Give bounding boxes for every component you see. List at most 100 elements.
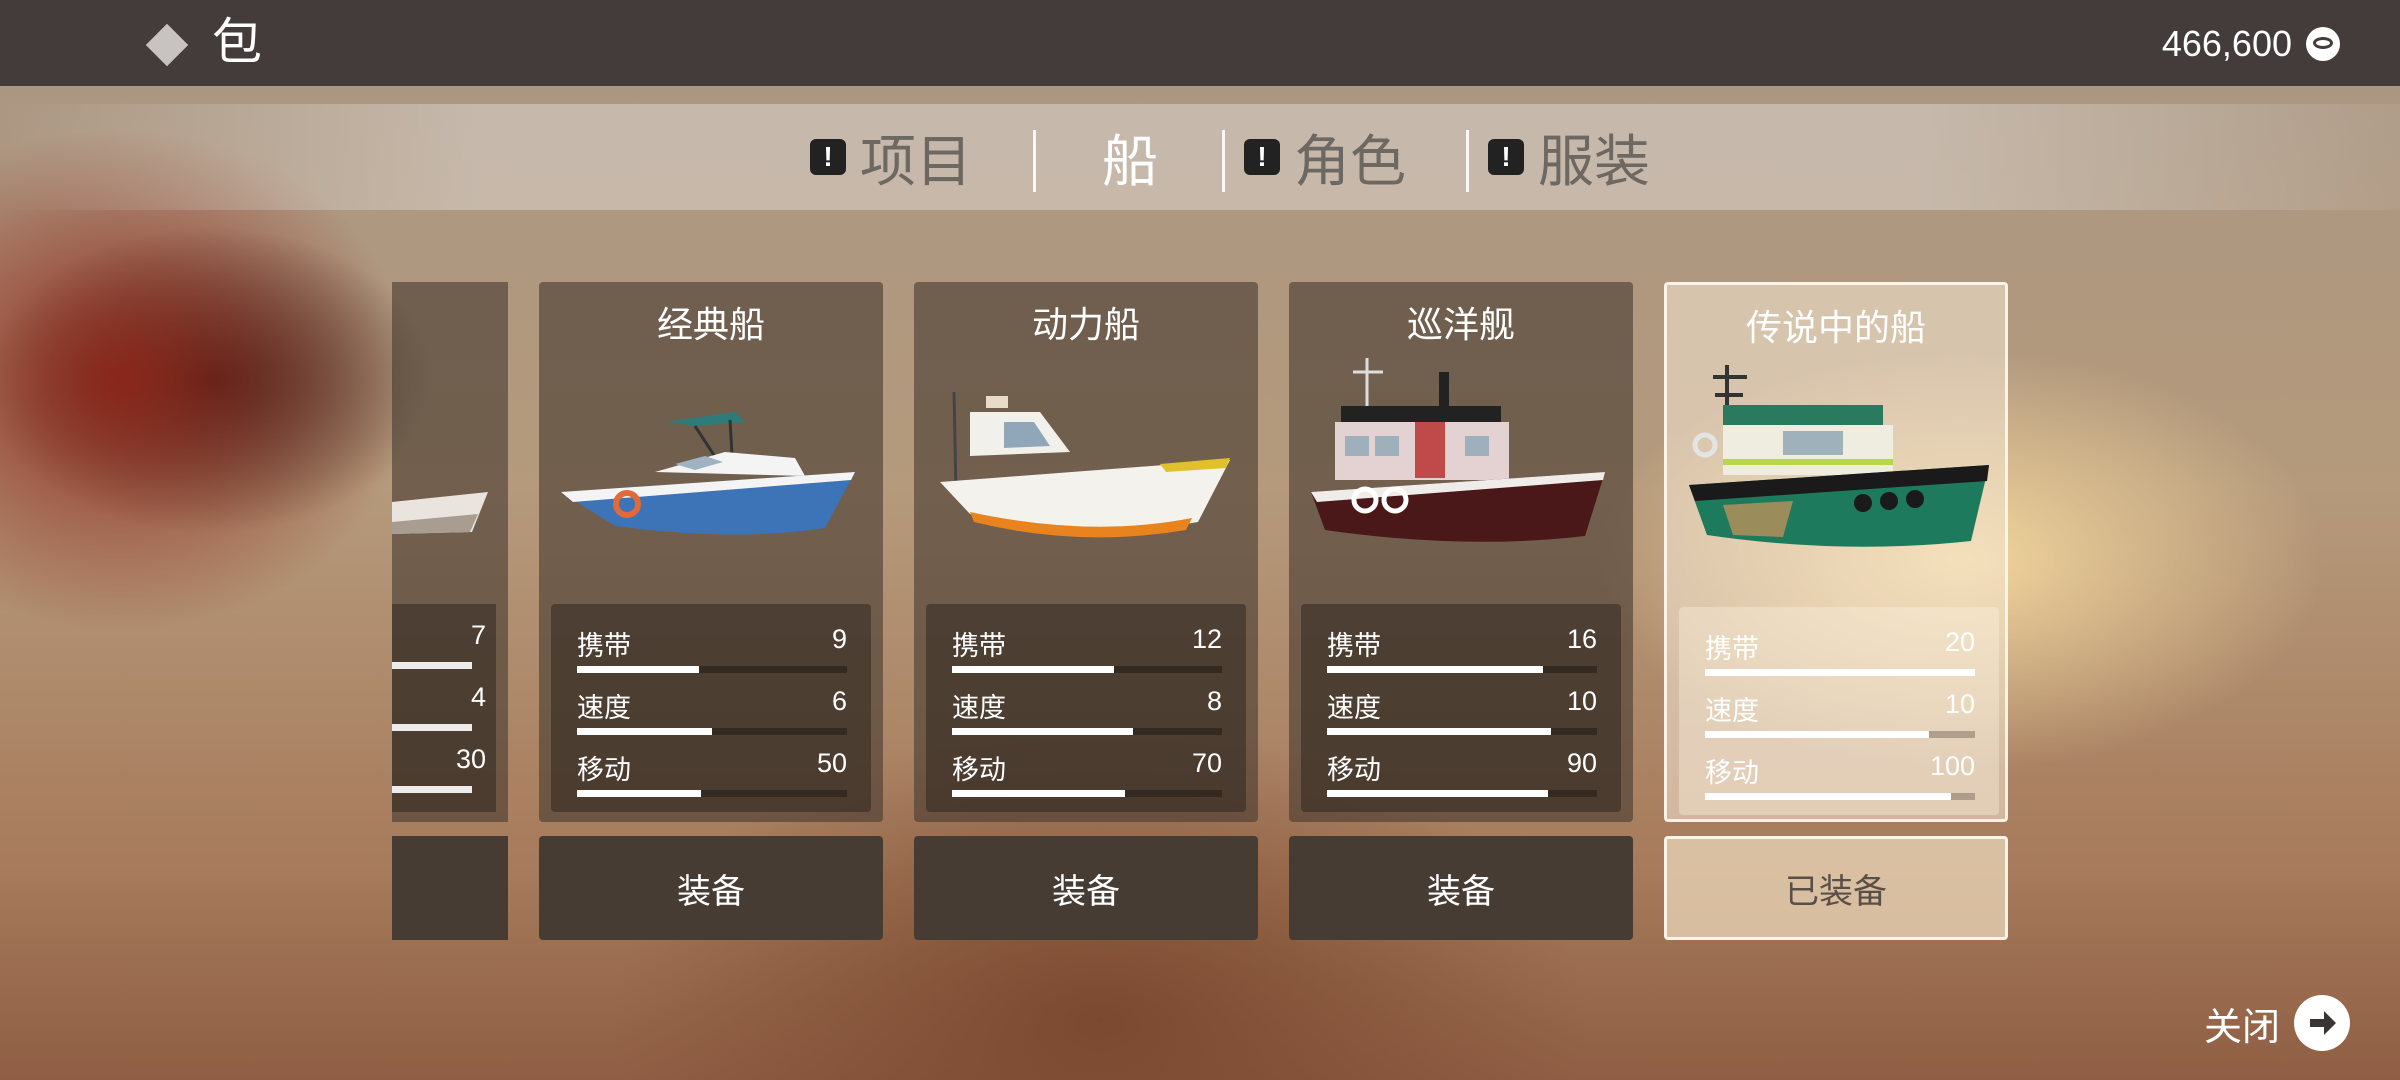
stat-label: 速度 (1327, 693, 1381, 724)
arrow-right-icon (2294, 995, 2350, 1051)
boat-card-power[interactable]: 动力船 携带 12 速度 8 移动 70 (914, 282, 1258, 822)
stat-bar-fill (1705, 731, 1930, 738)
stat-value: 8 (1206, 686, 1222, 716)
stat-bar-fill (577, 728, 712, 735)
tab-boats[interactable]: 船 (1102, 104, 1158, 210)
stat-bar (577, 790, 847, 797)
diamond-icon (145, 23, 189, 67)
stat-row: 移动 100 (1705, 751, 1975, 807)
stat-row: 携带 9 (577, 624, 847, 680)
classic-boat-image (561, 412, 855, 535)
stat-row: 携带 16 (1327, 624, 1597, 680)
stat-bar-fill (1327, 790, 1549, 797)
stat-bar (577, 666, 847, 673)
stat-bar-fill (952, 666, 1114, 673)
stat-bar-fill (1327, 728, 1552, 735)
stat-row: 移动 70 (952, 748, 1222, 804)
equip-button[interactable]: 装备 (1289, 836, 1633, 940)
stat-row: 携带 20 (1705, 627, 1975, 683)
stat-value: 10 (1944, 689, 1975, 719)
stat-label: 携带 (952, 631, 1006, 662)
stat-bar (1327, 728, 1597, 735)
stat-value: 16 (1566, 624, 1597, 654)
stat-value: 12 (1191, 624, 1222, 654)
tab-label: 角色 (1294, 129, 1406, 195)
stat-value: 100 (1929, 751, 1975, 781)
stat-bar (392, 786, 472, 793)
equip-button[interactable]: 装备 (914, 836, 1258, 940)
stat-value: 7 (470, 620, 486, 650)
alert-icon: ! (1488, 139, 1524, 175)
boat-card-partial[interactable]: 7 4 30 (392, 282, 508, 822)
stat-label: 携带 (577, 631, 631, 662)
stat-row: 携带 12 (952, 624, 1222, 680)
stat-row: 速度 6 (577, 686, 847, 742)
stat-value: 90 (1566, 748, 1597, 778)
close-label: 关闭 (2203, 1004, 2280, 1049)
boat-name: 动力船 (1031, 305, 1140, 346)
stat-label: 移动 (952, 755, 1006, 786)
stat-value: 70 (1191, 748, 1222, 778)
stat-row: 速度 10 (1705, 689, 1975, 745)
close-button[interactable]: 关闭 (2204, 995, 2350, 1051)
boat-card-legendary[interactable]: 传说中的船 携带 20 速度 10 移动 100 (1664, 282, 2008, 822)
stat-label: 速度 (1705, 696, 1759, 727)
equip-button-partial[interactable] (392, 836, 508, 940)
boat-card-classic[interactable]: 经典船 携带 9 速度 6 移动 50 (539, 282, 883, 822)
page-title: 包 (212, 13, 262, 71)
boat-name: 巡洋舰 (1406, 305, 1515, 346)
power-boat-image (940, 391, 1230, 538)
stats-panel: 7 4 30 (392, 604, 496, 812)
alert-icon: ! (1244, 139, 1280, 175)
stat-bar (952, 728, 1222, 735)
boat-card-cruiser[interactable]: 巡洋舰 携带 16 速度 10 移动 90 (1289, 282, 1633, 822)
stat-bar-fill (1705, 669, 1975, 676)
stat-row: 移动 50 (577, 748, 847, 804)
tab-divider (1222, 130, 1225, 192)
stat-value: 4 (470, 682, 486, 712)
equip-button[interactable]: 装备 (539, 836, 883, 940)
stat-value: 9 (831, 624, 847, 654)
stat-value: 10 (1566, 686, 1597, 716)
tab-items[interactable]: ! 项目 (810, 104, 972, 210)
stat-label: 移动 (1705, 758, 1759, 789)
stat-bar-fill (952, 728, 1133, 735)
stats-panel: 携带 9 速度 6 移动 50 (551, 604, 871, 812)
stat-value: 50 (816, 748, 847, 778)
currency-display: 466,600 (2162, 22, 2340, 66)
tab-outfits[interactable]: ! 服装 (1488, 104, 1650, 210)
stat-label: 移动 (577, 755, 631, 786)
tab-label: 船 (1102, 129, 1158, 195)
top-bar: 包 466,600 (0, 0, 2400, 86)
stat-label: 移动 (1327, 755, 1381, 786)
stat-label: 携带 (1327, 631, 1381, 662)
stats-panel: 携带 16 速度 10 移动 90 (1301, 604, 1621, 812)
stats-panel: 携带 20 速度 10 移动 100 (1679, 607, 1999, 815)
tab-characters[interactable]: ! 角色 (1244, 104, 1406, 210)
stat-label: 速度 (577, 693, 631, 724)
stat-bar (577, 728, 847, 735)
stat-bar (1705, 793, 1975, 800)
stat-bar-fill (577, 790, 702, 797)
stat-bar (1705, 731, 1975, 738)
stat-row: 移动 90 (1327, 748, 1597, 804)
stat-bar-fill (1705, 793, 1951, 800)
stat-bar (392, 662, 472, 669)
stat-bar-fill (577, 666, 699, 673)
tab-divider (1033, 130, 1036, 192)
category-tabs (0, 104, 2400, 210)
stat-bar (1705, 669, 1975, 676)
stat-bar (1327, 790, 1597, 797)
stat-bar (952, 666, 1222, 673)
tab-divider (1466, 130, 1469, 192)
stat-bar (1327, 666, 1597, 673)
stat-bar (392, 724, 472, 731)
stat-bar-fill (952, 790, 1125, 797)
boat-name: 传说中的船 (1745, 308, 1926, 349)
equipped-button[interactable]: 已装备 (1664, 836, 2008, 940)
tab-label: 项目 (860, 129, 972, 195)
stat-row: 速度 10 (1327, 686, 1597, 742)
stat-label: 携带 (1705, 634, 1759, 665)
stat-value: 20 (1944, 627, 1975, 657)
currency-value: 466,600 (2161, 23, 2292, 64)
